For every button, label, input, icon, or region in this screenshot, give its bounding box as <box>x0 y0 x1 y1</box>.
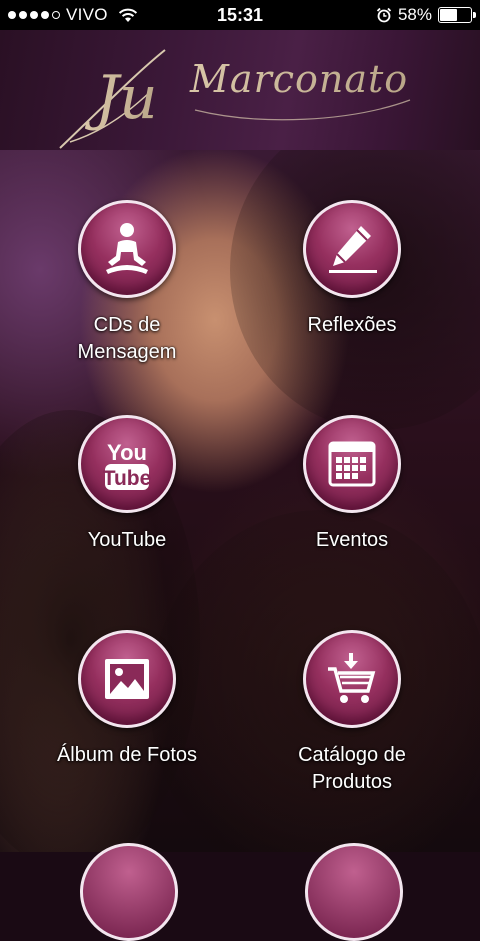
eventos-button[interactable] <box>303 415 401 513</box>
meditation-icon <box>106 223 148 274</box>
svg-text:Tube: Tube <box>103 467 152 490</box>
menu-item-reflexoes[interactable]: Reflexões <box>242 200 462 339</box>
youtube-icon: You Tube <box>103 440 152 490</box>
status-left: VIVO <box>8 5 138 25</box>
menu-item-next-left[interactable] <box>80 843 178 941</box>
menu-item-cds[interactable]: CDs de Mensagem <box>17 200 237 366</box>
battery-icon <box>438 7 476 23</box>
signal-strength-icon <box>8 11 60 19</box>
menu-item-youtube[interactable]: You Tube YouTube <box>17 415 237 554</box>
catalogo-button[interactable] <box>303 630 401 728</box>
header-banner: Ju Marconato <box>0 30 480 150</box>
battery-level-fill <box>440 9 457 21</box>
carrier-name: VIVO <box>66 5 108 24</box>
menu-item-label: Álbum de Fotos <box>56 744 198 766</box>
reflexoes-button[interactable] <box>303 200 401 298</box>
menu-item-eventos[interactable]: Eventos <box>242 415 462 554</box>
menu-item-label: YouTube <box>87 529 167 551</box>
pencil-icon <box>329 226 377 273</box>
calendar-icon <box>328 441 376 487</box>
menu-item-label: CDs de Mensagem <box>77 314 177 363</box>
status-right: 58% <box>376 5 476 25</box>
menu-item-catalogo[interactable]: Catálogo de Produtos <box>242 630 462 796</box>
status-bar: VIVO 15:31 58% <box>0 0 480 30</box>
menu-item-album[interactable]: Álbum de Fotos <box>17 630 237 769</box>
cds-button[interactable] <box>78 200 176 298</box>
menu-item-label: Eventos <box>315 529 389 551</box>
youtube-button[interactable]: You Tube <box>78 415 176 513</box>
menu-item-next-right[interactable] <box>305 843 403 941</box>
logo: Ju Marconato <box>59 49 411 149</box>
wifi-icon <box>118 8 137 22</box>
photo-icon <box>105 659 149 699</box>
battery-percent: 58% <box>397 5 432 24</box>
cart-icon <box>328 653 376 703</box>
menu-item-label: Reflexões <box>307 314 397 336</box>
album-button[interactable] <box>78 630 176 728</box>
logo-last: Marconato <box>189 57 408 101</box>
logo-first: Ju <box>84 63 158 133</box>
menu-item-label: Catálogo de Produtos <box>298 744 406 793</box>
alarm-clock-icon <box>376 7 392 23</box>
svg-text:You: You <box>107 440 147 465</box>
